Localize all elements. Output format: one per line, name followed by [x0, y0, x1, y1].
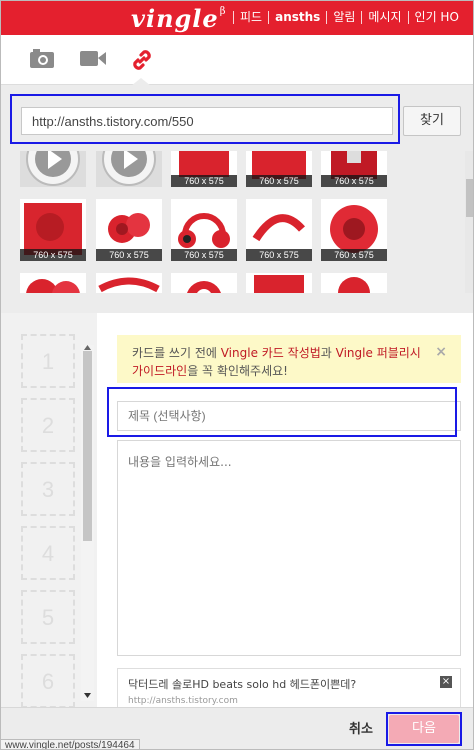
card-slot-1[interactable]: 1 — [21, 334, 75, 388]
link-preview-card: 닥터드레 솔로HD beats solo hd 헤드폰이쁜데? http://a… — [117, 668, 461, 708]
remove-link-icon[interactable]: × — [440, 676, 452, 688]
vingle-logo[interactable]: vingleβ — [131, 4, 226, 33]
scrollbar-thumb[interactable] — [466, 179, 473, 217]
writing-guide-notice: 카드를 쓰기 전에 Vingle 카드 작성법과 Vingle 퍼블리시 가이드… — [117, 335, 461, 383]
image-thumbnail-grid: 760 x 575 760 x 575 760 x 575 760 x 575 … — [20, 151, 460, 293]
sidebar-scrollbar-thumb[interactable] — [83, 351, 92, 541]
sidebar-scrollbar[interactable] — [81, 345, 94, 701]
thumbnail-scrollbar[interactable] — [465, 151, 473, 293]
highlight-box-title — [107, 387, 457, 437]
nav-notifications[interactable]: 알림 — [326, 11, 361, 24]
top-nav: 피드 ansths 알림 메시지 인기 HO — [233, 11, 465, 24]
thumbnail-0[interactable] — [20, 151, 86, 187]
thumbnail-1[interactable] — [96, 151, 162, 187]
thumbnail-6[interactable]: 760 x 575 — [96, 199, 162, 261]
nav-messages[interactable]: 메시지 — [361, 11, 407, 24]
card-slot-5[interactable]: 5 — [21, 590, 75, 644]
thumbnail-2[interactable]: 760 x 575 — [171, 151, 237, 187]
highlight-box-url — [10, 94, 400, 144]
link-preview-url: http://ansths.tistory.com — [128, 696, 238, 706]
card-slot-2[interactable]: 2 — [21, 398, 75, 452]
nav-profile[interactable]: ansths — [268, 11, 326, 24]
thumbnail-12[interactable] — [171, 273, 237, 293]
link-preview-title[interactable]: 닥터드레 솔로HD beats solo hd 헤드폰이쁜데? — [128, 676, 450, 692]
thumbnail-8[interactable]: 760 x 575 — [246, 199, 312, 261]
scroll-up-arrow-icon[interactable] — [84, 345, 91, 350]
find-button[interactable]: 찾기 — [403, 106, 461, 136]
thumbnail-4[interactable]: 760 x 575 — [321, 151, 387, 187]
camera-icon[interactable] — [29, 47, 59, 73]
card-slot-3[interactable]: 3 — [21, 462, 75, 516]
vingle-window: vingleβ 피드 ansths 알림 메시지 인기 HO 찾기 — [0, 0, 474, 750]
top-bar: vingleβ 피드 ansths 알림 메시지 인기 HO — [1, 1, 473, 35]
link-icon[interactable] — [129, 47, 159, 73]
card-guide-link[interactable]: Vingle 카드 작성법 — [221, 346, 321, 360]
close-icon[interactable]: × — [435, 343, 447, 361]
video-icon[interactable] — [79, 47, 109, 73]
thumbnail-11[interactable] — [96, 273, 162, 293]
card-slot-4[interactable]: 4 — [21, 526, 75, 580]
status-bar-url: www.vingle.net/posts/194464 — [1, 739, 140, 749]
cancel-button[interactable]: 취소 — [339, 719, 383, 741]
card-slot-6[interactable]: 6 — [21, 654, 75, 708]
scroll-down-arrow-icon[interactable] — [84, 693, 91, 698]
highlight-box-next — [386, 712, 462, 746]
thumbnail-7[interactable]: 760 x 575 — [171, 199, 237, 261]
nav-popular[interactable]: 인기 HO — [407, 11, 465, 24]
thumbnail-3[interactable]: 760 x 575 — [246, 151, 312, 187]
thumbnail-5[interactable]: 760 x 575 — [20, 199, 86, 261]
content-textarea[interactable] — [117, 440, 461, 656]
media-type-tabs — [1, 35, 473, 85]
nav-feed[interactable]: 피드 — [233, 11, 268, 24]
thumbnail-14[interactable] — [321, 273, 387, 293]
thumbnail-13[interactable] — [246, 273, 312, 293]
thumbnail-9[interactable]: 760 x 575 — [321, 199, 387, 261]
thumbnail-10[interactable] — [20, 273, 86, 293]
